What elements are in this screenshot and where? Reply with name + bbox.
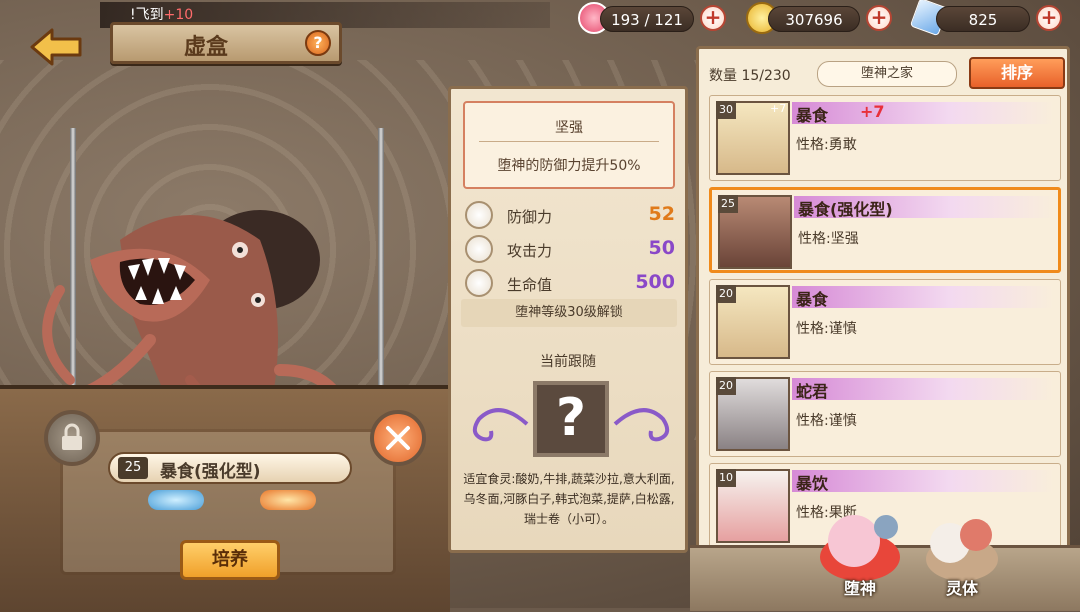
stat-label: 防御力 bbox=[507, 208, 553, 226]
card-extra: +7 bbox=[860, 102, 885, 121]
feed-button[interactable] bbox=[370, 410, 426, 466]
skill-name: 坚强 bbox=[555, 120, 583, 136]
card-name: 暴食 bbox=[796, 106, 829, 125]
home-filter[interactable]: 堕神之家 bbox=[817, 61, 957, 87]
blood-drop-icon bbox=[465, 269, 493, 297]
skill-box: 坚强 堕神的防御力提升50% bbox=[463, 101, 675, 189]
card-level: 20 bbox=[716, 377, 736, 395]
card-level: 20 bbox=[716, 285, 736, 303]
monster-card[interactable]: 20 蛇君 性格:谨慎 bbox=[709, 371, 1061, 457]
list-panel: 数量 15/230 堕神之家 排序 30 +7 暴食 +7 性格:勇敢 25 暴… bbox=[696, 46, 1070, 566]
spirit-icon bbox=[926, 519, 998, 581]
card-name: 蛇君 bbox=[796, 382, 829, 401]
card-name: 暴食 bbox=[796, 290, 829, 309]
card-trait: 性格:谨慎 bbox=[796, 413, 857, 429]
stat-value: 50 bbox=[648, 237, 675, 259]
card-trait: 性格:勇敢 bbox=[796, 137, 857, 153]
page-title: 虚盒 bbox=[183, 35, 228, 60]
stat-label: 攻击力 bbox=[507, 242, 553, 260]
stat-defense: 防御力 52 bbox=[463, 201, 679, 231]
card-level: 30 bbox=[716, 101, 736, 119]
name-strip bbox=[792, 378, 1054, 400]
count-value: 15/230 bbox=[741, 68, 791, 84]
stat-hp: 生命值 500 bbox=[463, 269, 679, 299]
blue-gem-icon bbox=[148, 490, 204, 510]
fallen-god-icon bbox=[820, 515, 900, 581]
left-flourish-icon bbox=[472, 408, 529, 442]
help-button[interactable]: ? bbox=[305, 30, 331, 56]
title-plate: 虚盒 ? bbox=[110, 22, 342, 64]
right-flourish-icon bbox=[613, 408, 670, 442]
shield-icon bbox=[465, 201, 493, 229]
orange-gem-icon bbox=[260, 490, 316, 510]
crystal-counter: 825 bbox=[936, 6, 1030, 32]
lock-icon bbox=[62, 423, 82, 450]
monster-card[interactable]: 30 +7 暴食 +7 性格:勇敢 bbox=[709, 95, 1061, 181]
monster-card-selected[interactable]: 25 暴食(强化型) 性格:坚强 bbox=[709, 187, 1061, 273]
stat-attack: 攻击力 50 bbox=[463, 235, 679, 265]
tab-label: 堕神 bbox=[843, 579, 876, 598]
name-strip bbox=[792, 286, 1054, 308]
name-strip bbox=[792, 470, 1054, 492]
tab-fallen-gods[interactable]: 堕神 bbox=[810, 505, 910, 605]
lock-button[interactable] bbox=[44, 410, 100, 466]
detail-panel: 坚强 堕神的防御力提升50% 防御力 52 攻击力 50 生命值 500 堕神等… bbox=[448, 86, 688, 553]
skill-description: 堕神的防御力提升50% bbox=[497, 158, 641, 174]
selected-name: 暴食(强化型) bbox=[160, 462, 261, 482]
selected-level-badge: 25 bbox=[118, 457, 148, 479]
selected-name-bar: 25 暴食(强化型) bbox=[108, 452, 352, 484]
stamina-plus-button[interactable]: + bbox=[700, 5, 726, 31]
count-label: 数量 bbox=[709, 68, 737, 84]
follow-slot-button[interactable]: ? bbox=[533, 381, 609, 457]
back-arrow-icon bbox=[30, 28, 82, 66]
sword-icon bbox=[465, 235, 493, 263]
card-trait: 性格:坚强 bbox=[798, 231, 859, 247]
right-spear bbox=[378, 128, 384, 428]
cultivate-button[interactable]: 培养 bbox=[180, 540, 280, 580]
coin-counter: 307696 bbox=[768, 6, 860, 32]
fork-knife-icon bbox=[386, 426, 410, 450]
follow-label: 当前跟随 bbox=[540, 354, 596, 370]
count-display: 数量 15/230 bbox=[709, 65, 791, 85]
coin-plus-button[interactable]: + bbox=[866, 5, 892, 31]
stat-label: 生命值 bbox=[507, 276, 553, 294]
stamina-counter: 193 / 121 bbox=[600, 6, 694, 32]
card-trait: 性格:谨慎 bbox=[796, 321, 857, 337]
back-button[interactable] bbox=[26, 24, 86, 70]
card-name: 暴饮 bbox=[796, 474, 829, 493]
card-level: 10 bbox=[716, 469, 736, 487]
stat-value: 52 bbox=[648, 203, 675, 225]
ticker-highlight: +10 bbox=[163, 7, 194, 23]
tab-spirits[interactable]: 灵体 bbox=[912, 505, 1012, 605]
name-strip bbox=[792, 102, 1054, 124]
stat-value: 500 bbox=[635, 271, 675, 293]
sort-button[interactable]: 排序 bbox=[969, 57, 1065, 89]
unlock-notice: 堕神等级30级解锁 bbox=[461, 299, 677, 327]
card-name: 暴食(强化型) bbox=[798, 200, 893, 219]
crystal-plus-button[interactable]: + bbox=[1036, 5, 1062, 31]
card-plus: +7 bbox=[770, 102, 787, 115]
card-level: 25 bbox=[718, 195, 738, 213]
tab-label: 灵体 bbox=[945, 579, 978, 598]
ticker-text: !飞到 bbox=[130, 7, 164, 23]
monster-card[interactable]: 20 暴食 性格:谨慎 bbox=[709, 279, 1061, 365]
skill-divider bbox=[479, 141, 659, 142]
suitable-food-text: 适宜食灵:酸奶,牛排,蔬菜沙拉,意大利面,乌冬面,河豚白子,韩式泡菜,提萨,白松… bbox=[463, 472, 675, 526]
